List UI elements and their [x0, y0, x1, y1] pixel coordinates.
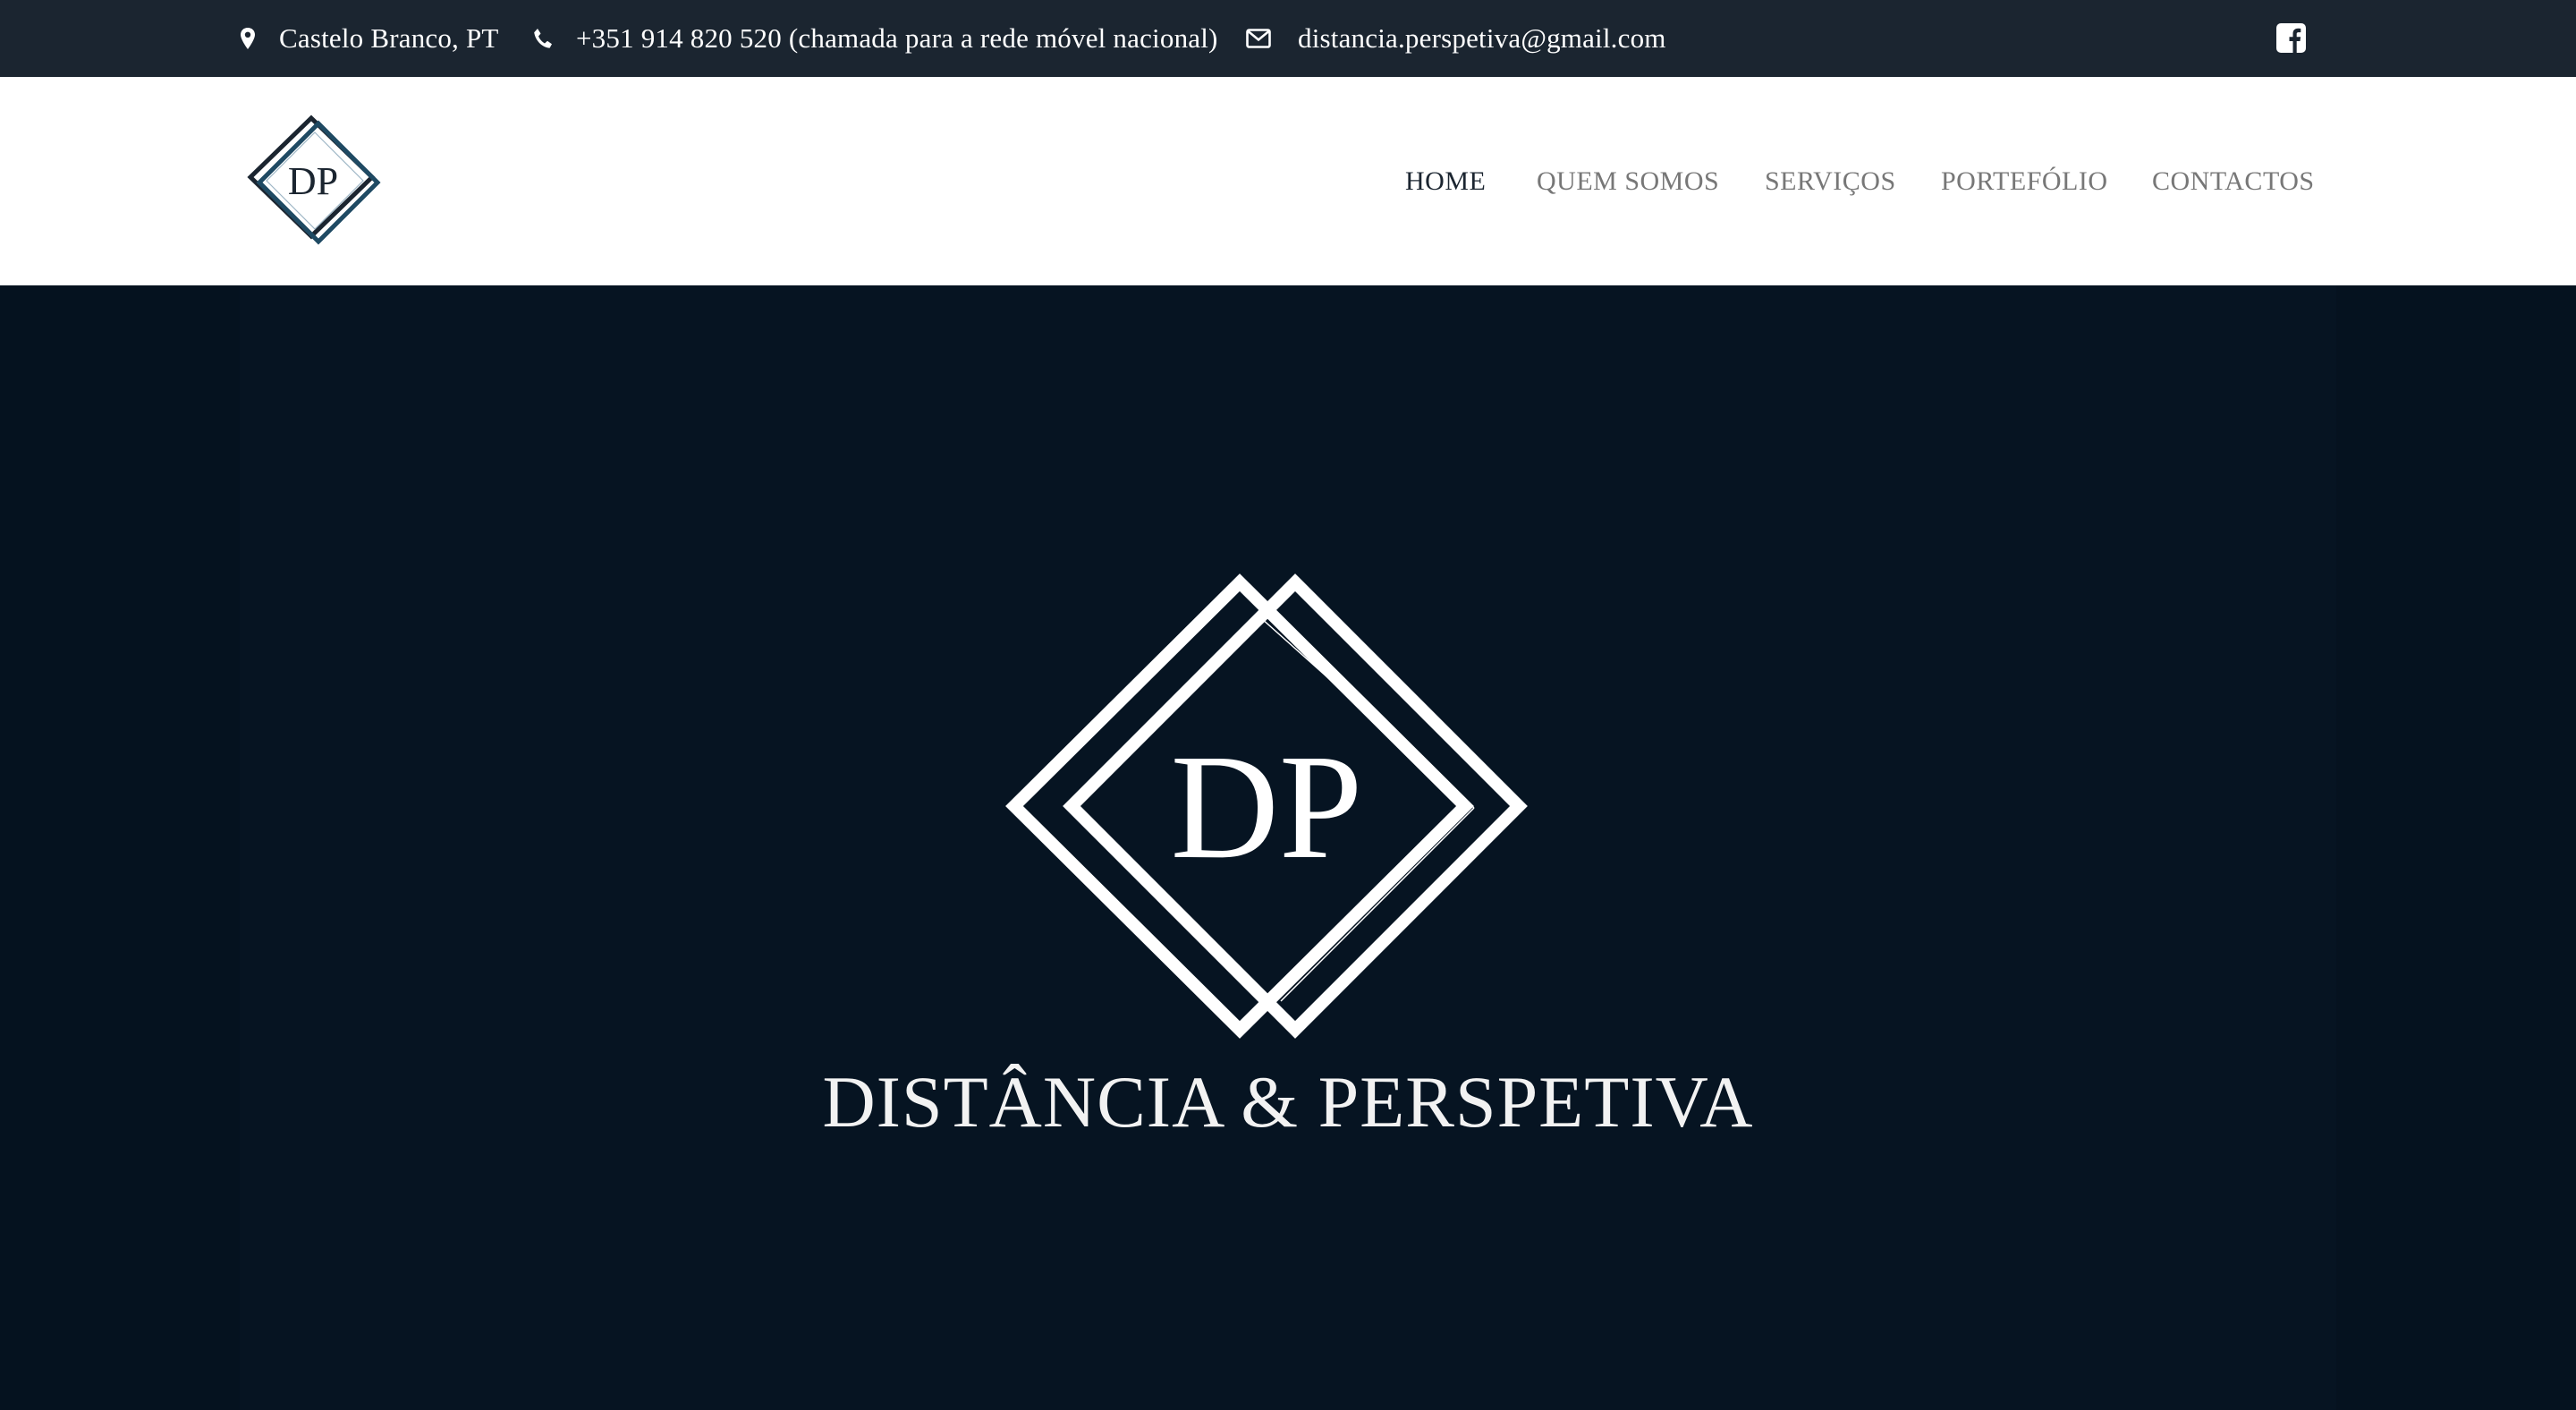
envelope-icon: [1246, 29, 1271, 48]
hero-banner: DP DISTÂNCIA & PERSPETIVA: [0, 285, 2576, 1410]
location-info: Castelo Branco, PT: [240, 0, 499, 77]
nav-quem-somos[interactable]: QUEM SOMOS: [1537, 77, 1719, 285]
nav-home[interactable]: HOME: [1405, 77, 1486, 285]
phone-icon: [533, 28, 553, 49]
top-contact-bar: Castelo Branco, PT +351 914 820 520 (cha…: [0, 0, 2576, 77]
nav-portefolio[interactable]: PORTEFÓLIO: [1941, 77, 2108, 285]
hero-title: DISTÂNCIA & PERSPETIVA: [822, 1061, 1754, 1142]
facebook-icon[interactable]: [2276, 23, 2306, 53]
phone-text: +351 914 820 520 (chamada para a rede mó…: [576, 22, 1218, 54]
phone-info[interactable]: +351 914 820 520 (chamada para a rede mó…: [533, 0, 1218, 77]
email-info[interactable]: distancia.perspetiva@gmail.com: [1246, 0, 1666, 77]
email-link[interactable]: distancia.perspetiva@gmail.com: [1298, 22, 1666, 55]
nav-servicos[interactable]: SERVIÇOS: [1765, 77, 1896, 285]
site-logo[interactable]: DP: [240, 113, 383, 247]
hero-logo-mark: DP: [993, 563, 1530, 1064]
nav-contactos[interactable]: CONTACTOS: [2152, 77, 2315, 285]
location-text: Castelo Branco, PT: [279, 22, 499, 54]
hero-monogram: DP: [1171, 724, 1363, 890]
map-marker-icon: [240, 27, 256, 50]
logo-monogram: DP: [288, 159, 338, 203]
main-navbar: DP HOME QUEM SOMOS SERVIÇOS PORTEFÓLIO C…: [0, 77, 2576, 285]
